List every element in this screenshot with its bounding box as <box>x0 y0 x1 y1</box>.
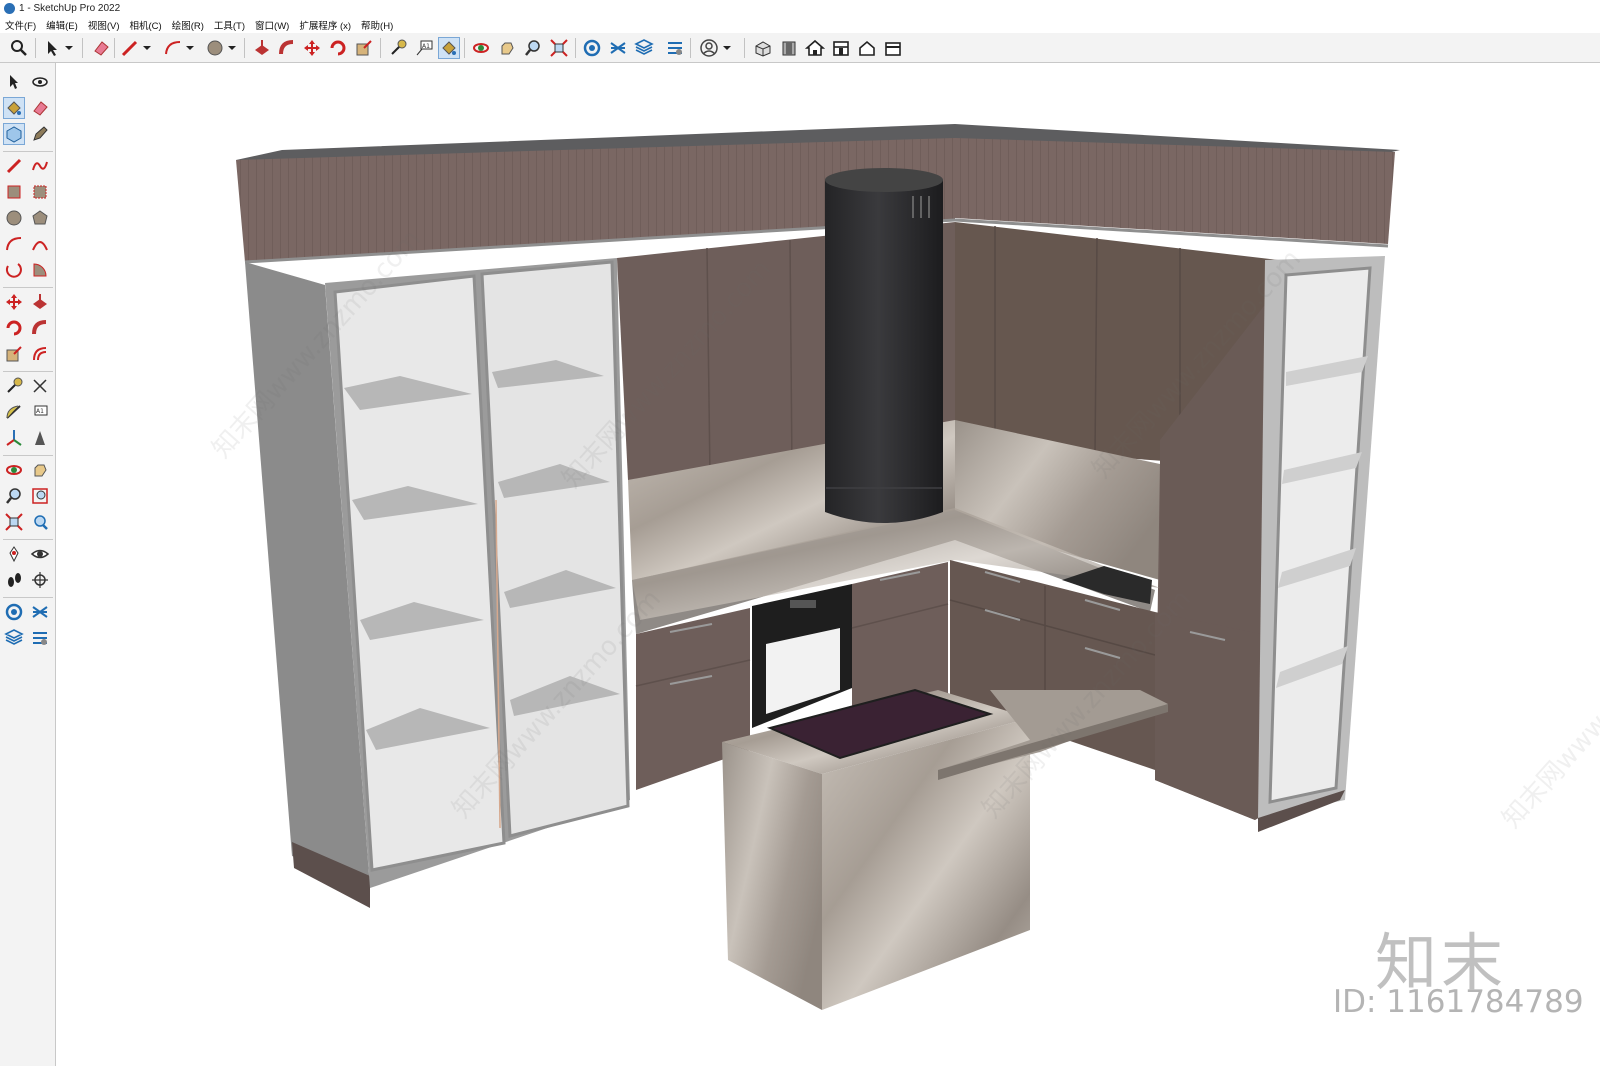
dropdown-icon[interactable] <box>183 37 197 59</box>
rotate-icon[interactable] <box>327 37 349 59</box>
zoom-extents-icon[interactable] <box>548 37 570 59</box>
search-icon[interactable] <box>8 37 30 59</box>
protractor-icon[interactable] <box>3 401 25 423</box>
extension-icon[interactable] <box>29 601 51 623</box>
home-view-icon[interactable] <box>804 37 826 59</box>
push-pull-icon[interactable] <box>251 37 273 59</box>
section-plane-icon[interactable] <box>29 569 51 591</box>
svg-text:A1: A1 <box>36 408 44 415</box>
image-id-watermark: ID: 1161784789 <box>1333 984 1584 1020</box>
menu-view[interactable]: 视图(V) <box>83 18 125 32</box>
zoom-extents-icon[interactable] <box>3 511 25 533</box>
follow-me-icon[interactable] <box>29 317 51 339</box>
previous-view-icon[interactable] <box>29 511 51 533</box>
menu-extensions[interactable]: 扩展程序 (x) <box>294 18 356 32</box>
range-hood <box>825 172 943 523</box>
window-title: 1 - SketchUp Pro 2022 <box>19 3 121 14</box>
dimension-icon[interactable] <box>29 375 51 397</box>
menu-file[interactable]: 文件(F) <box>0 18 41 32</box>
orbit-icon[interactable] <box>29 71 51 93</box>
top-view-icon[interactable] <box>830 37 852 59</box>
left-toolbar: A1 <box>0 63 56 1066</box>
dropdown-icon[interactable] <box>225 37 239 59</box>
menu-camera[interactable]: 相机(C) <box>124 18 166 32</box>
right-view-icon[interactable] <box>856 37 878 59</box>
back-view-icon[interactable] <box>882 37 904 59</box>
layers-icon[interactable] <box>633 37 655 59</box>
component-icon[interactable] <box>581 37 603 59</box>
scale-icon[interactable] <box>3 343 25 365</box>
account-icon[interactable] <box>698 37 720 59</box>
push-pull-icon[interactable] <box>29 291 51 313</box>
pan-icon[interactable] <box>496 37 518 59</box>
text-label-icon[interactable]: A1 <box>413 37 435 59</box>
paint-bucket-icon[interactable] <box>438 37 460 59</box>
follow-me-icon[interactable] <box>276 37 298 59</box>
line-icon[interactable] <box>3 155 25 177</box>
menu-window[interactable]: 窗口(W) <box>250 18 294 32</box>
zoom-icon[interactable] <box>522 37 544 59</box>
move-icon[interactable] <box>301 37 323 59</box>
zoom-window-icon[interactable] <box>29 485 51 507</box>
top-band-right <box>955 138 1395 244</box>
tag-icon[interactable] <box>29 123 51 145</box>
sketchup-app-icon <box>4 3 15 14</box>
front-view-icon[interactable] <box>778 37 800 59</box>
pie-icon[interactable] <box>29 259 51 281</box>
eraser-icon[interactable] <box>29 97 51 119</box>
island-side <box>722 742 822 1010</box>
select-icon[interactable] <box>3 71 25 93</box>
layers-icon[interactable] <box>3 627 25 649</box>
component-icon[interactable] <box>3 123 25 145</box>
rotated-rectangle-icon[interactable] <box>29 181 51 203</box>
three-point-arc-icon[interactable] <box>3 259 25 281</box>
menu-edit[interactable]: 编辑(E) <box>41 18 83 32</box>
orbit-view-icon[interactable] <box>3 459 25 481</box>
axes-icon[interactable] <box>3 427 25 449</box>
tape-measure-icon[interactable] <box>3 375 25 397</box>
select-icon[interactable] <box>42 37 64 59</box>
walk-icon[interactable] <box>3 569 25 591</box>
eraser-icon[interactable] <box>90 37 112 59</box>
pan-icon[interactable] <box>29 459 51 481</box>
rotate-icon[interactable] <box>3 317 25 339</box>
menu-bar: 文件(F) 编辑(E) 视图(V) 相机(C) 绘图(R) 工具(T) 窗口(W… <box>0 17 1600 33</box>
kitchen-model <box>236 124 1400 1010</box>
dropdown-icon[interactable] <box>140 37 154 59</box>
orbit-icon[interactable] <box>470 37 492 59</box>
text-icon[interactable]: A1 <box>29 401 51 423</box>
dropdown-icon[interactable] <box>720 37 734 59</box>
move-icon[interactable] <box>3 291 25 313</box>
circle-icon[interactable] <box>3 207 25 229</box>
arc-icon[interactable] <box>3 233 25 255</box>
polygon-icon[interactable] <box>29 207 51 229</box>
position-camera-icon[interactable] <box>3 543 25 565</box>
title-bar: 1 - SketchUp Pro 2022 <box>0 0 1600 17</box>
styles-icon[interactable] <box>664 37 686 59</box>
scale-icon[interactable] <box>353 37 375 59</box>
look-around-icon[interactable] <box>29 543 51 565</box>
main-toolbar: A1 <box>0 33 1600 63</box>
outliner-icon[interactable] <box>29 627 51 649</box>
sandbox-icon[interactable] <box>607 37 629 59</box>
dropdown-icon[interactable] <box>62 37 76 59</box>
offset-icon[interactable] <box>29 343 51 365</box>
paint-bucket-icon[interactable] <box>3 97 25 119</box>
two-point-arc-icon[interactable] <box>29 233 51 255</box>
circle-icon[interactable] <box>204 37 226 59</box>
menu-tools[interactable]: 工具(T) <box>209 18 250 32</box>
rectangle-icon[interactable] <box>3 181 25 203</box>
tape-measure-icon[interactable] <box>387 37 409 59</box>
zoom-icon[interactable] <box>3 485 25 507</box>
arc-icon[interactable] <box>162 37 184 59</box>
iso-view-icon[interactable] <box>752 37 774 59</box>
freehand-icon[interactable] <box>29 155 51 177</box>
model-viewport[interactable]: 知末网www.znzmo.com 知末网www.znzmo.com 知末网www… <box>57 64 1600 1066</box>
pencil-line-icon[interactable] <box>119 37 141 59</box>
menu-draw[interactable]: 绘图(R) <box>167 18 209 32</box>
svg-text:A1: A1 <box>422 43 430 50</box>
menu-help[interactable]: 帮助(H) <box>356 18 398 32</box>
3d-text-icon[interactable] <box>29 427 51 449</box>
warehouse-icon[interactable] <box>3 601 25 623</box>
